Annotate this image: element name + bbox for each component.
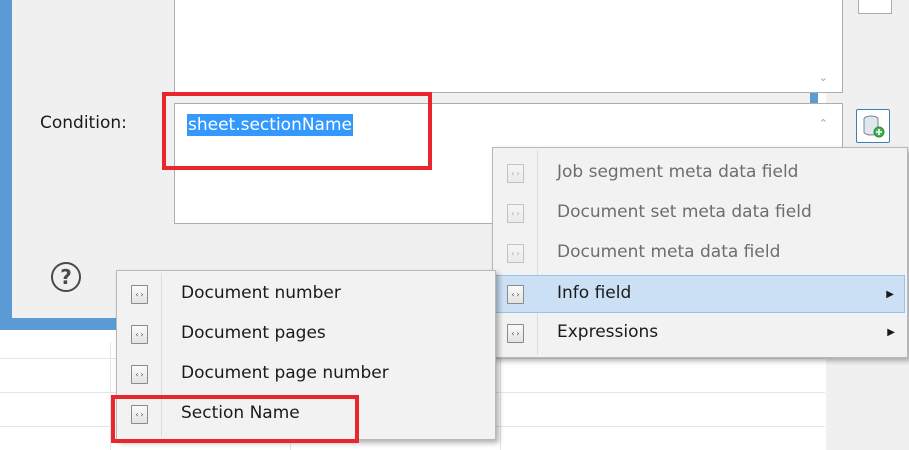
submenu-arrow-icon: ▶ [887, 327, 895, 338]
submenu-item-label: Document page number [181, 363, 389, 383]
insert-field-button[interactable] [856, 109, 890, 143]
section-name-highlight-box [111, 395, 359, 443]
scroll-down-icon[interactable]: ⌄ [819, 71, 828, 84]
help-icon[interactable]: ? [51, 262, 81, 292]
condition-label: Condition: [40, 113, 127, 133]
field-icon: ‹› [131, 325, 148, 344]
menu-item-document-meta: ‹› Document meta data field [495, 234, 905, 272]
menu-item-label: Document set meta data field [557, 202, 812, 222]
submenu-arrow-icon: ▶ [886, 289, 894, 300]
field-icon: ‹› [131, 365, 148, 384]
field-icon: ‹› [131, 285, 148, 304]
menu-item-info-field[interactable]: ‹› Info field ▶ [495, 275, 905, 313]
field-icon: ‹› [507, 285, 524, 304]
scroll-up-icon[interactable]: ⌃ [819, 117, 828, 130]
field-icon: ‹› [507, 204, 524, 223]
menu-item-document-set-meta: ‹› Document set meta data field [495, 194, 905, 232]
submenu-item-document-pages[interactable]: ‹› Document pages [119, 315, 493, 353]
top-insert-button[interactable] [858, 0, 892, 14]
submenu-item-document-number[interactable]: ‹› Document number [119, 275, 493, 313]
menu-item-label: Info field [557, 283, 632, 303]
submenu-item-document-page-number[interactable]: ‹› Document page number [119, 355, 493, 393]
field-icon: ‹› [507, 164, 524, 183]
expression-textarea[interactable]: ⌄ [174, 0, 843, 93]
menu-item-label: Expressions [557, 322, 659, 342]
menu-item-label: Job segment meta data field [557, 162, 799, 182]
menu-item-expressions[interactable]: ‹› Expressions ▶ [495, 314, 905, 352]
menu-item-label: Document meta data field [557, 242, 781, 262]
database-add-icon [863, 115, 885, 138]
menu-item-job-segment-meta: ‹› Job segment meta data field [495, 154, 905, 192]
field-icon: ‹› [507, 244, 524, 263]
field-icon: ‹› [507, 324, 524, 343]
insert-field-menu: ‹› Job segment meta data field ‹› Docume… [492, 147, 908, 358]
condition-highlight-box [162, 92, 432, 170]
submenu-item-label: Document number [181, 283, 341, 303]
submenu-item-label: Document pages [181, 323, 326, 343]
